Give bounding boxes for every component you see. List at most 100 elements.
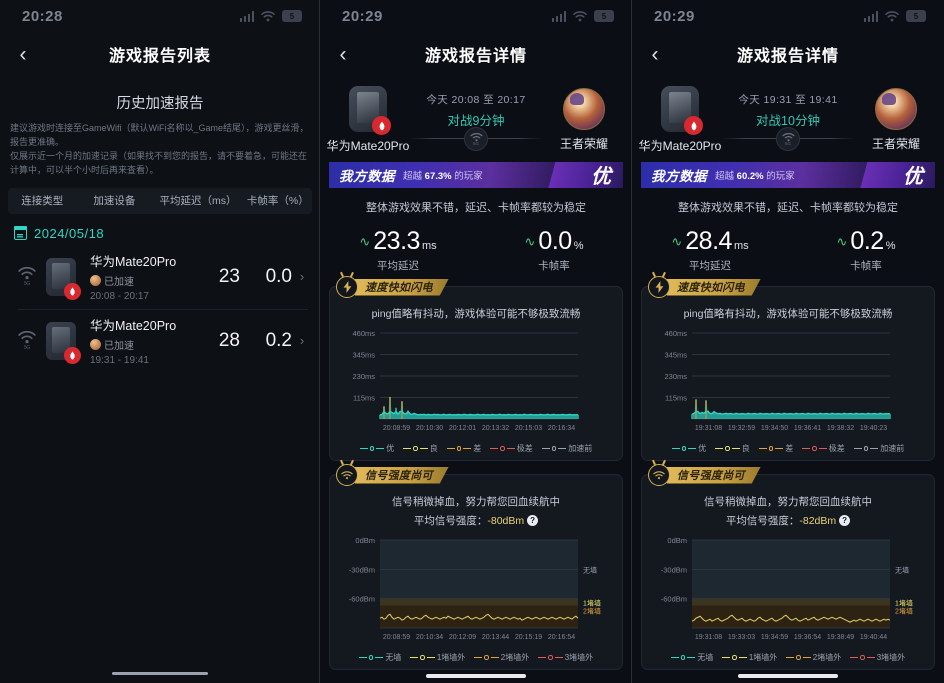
metrics-row: ∿ 28.4 ms 平均延迟 ∿ 0.2% 卡帧率 bbox=[632, 227, 944, 273]
ping-card-tag: 速度快如闪电 bbox=[336, 276, 449, 298]
legend-dash bbox=[426, 657, 435, 658]
grade-badge: 优 bbox=[903, 166, 923, 188]
legend-marker bbox=[732, 655, 737, 660]
calendar-icon bbox=[13, 226, 28, 240]
legend-label: 2堵墙外 bbox=[812, 653, 842, 662]
svg-text:20:13:32: 20:13:32 bbox=[482, 425, 509, 432]
legend-dash bbox=[490, 657, 499, 658]
table-row[interactable]: 5G 华为Mate20Pro 已加速 20:08 - 20:17 23 0.0 … bbox=[0, 245, 320, 309]
legend-dash bbox=[818, 448, 827, 449]
record-state-label: 已加速 bbox=[104, 277, 134, 289]
status-bar-icons: 5 bbox=[239, 10, 302, 22]
game-report-detail-panel-1: 20:29 5 ‹ 游戏报告详情 华为Mate20Pro 今天 20:08 至 … bbox=[320, 0, 632, 683]
legend-marker bbox=[500, 446, 505, 451]
back-button[interactable]: ‹ bbox=[632, 44, 678, 65]
svg-text:345ms: 345ms bbox=[664, 351, 687, 360]
signal-card-headline: 信号稍微掉血，努力帮您回血续航中 bbox=[704, 496, 872, 508]
legend-dash bbox=[715, 448, 724, 449]
wifi-band-label: 5G bbox=[784, 140, 791, 146]
our-data-banner: 我方数据 超越 60.2% 的玩家 优 bbox=[641, 162, 935, 188]
legend-label: 差 bbox=[785, 444, 794, 453]
help-icon[interactable]: ? bbox=[527, 515, 539, 526]
svg-text:460ms: 460ms bbox=[664, 329, 687, 338]
legend-label: 优 bbox=[698, 444, 707, 453]
legend-item: 1堵墙外 bbox=[722, 652, 777, 663]
metric-value: 28.4 bbox=[685, 227, 732, 255]
legend-dash bbox=[446, 448, 455, 449]
table-row[interactable]: 5G 华为Mate20Pro 已加速 19:31 - 19:41 28 0.2 … bbox=[0, 308, 320, 373]
legend-label: 无墙 bbox=[697, 653, 714, 662]
back-button[interactable]: ‹ bbox=[0, 44, 46, 65]
home-indicator bbox=[738, 674, 838, 678]
svg-text:2堵墙: 2堵墙 bbox=[583, 606, 601, 615]
record-state: 已加速 bbox=[90, 337, 196, 352]
legend-dash bbox=[463, 448, 472, 449]
legend-item: 极差 bbox=[802, 443, 845, 454]
signal-avg-value: -82dBm bbox=[799, 515, 837, 527]
session-summary-header: 华为Mate20Pro 今天 20:08 至 20:17 对战9分钟 5G 王者… bbox=[320, 76, 632, 154]
legend-item: 优 bbox=[359, 443, 394, 454]
legend-item: 极差 bbox=[490, 443, 533, 454]
wifi-icon bbox=[261, 10, 275, 22]
wifi-icon bbox=[573, 10, 587, 22]
status-bar-icons: 5 bbox=[863, 10, 926, 22]
session-meta: 今天 19:31 至 19:41 对战10分钟 5G bbox=[714, 86, 862, 151]
status-bar: 20:28 5 bbox=[0, 0, 320, 32]
svg-text:-60dBm: -60dBm bbox=[349, 595, 375, 604]
svg-text:19:34:50: 19:34:50 bbox=[761, 425, 788, 432]
ping-chart-legend: 优 良 差 极差 加速前 bbox=[336, 443, 616, 454]
legend-dash bbox=[541, 448, 550, 449]
legend-item: 1堵墙外 bbox=[410, 652, 465, 663]
signal-avg-row: 平均信号强度：-82dBm? bbox=[648, 513, 928, 528]
status-bar-time: 20:29 bbox=[654, 7, 695, 25]
chevron-right-icon: › bbox=[299, 333, 305, 349]
svg-text:20:08:59: 20:08:59 bbox=[383, 425, 410, 432]
legend-label: 加速前 bbox=[880, 444, 905, 453]
lightning-icon bbox=[648, 276, 670, 298]
legend-dash bbox=[687, 657, 696, 658]
status-bar-icons: 5 bbox=[551, 10, 614, 22]
legend-dash bbox=[490, 448, 499, 449]
svg-text:345ms: 345ms bbox=[352, 351, 375, 360]
page-title: 游戏报告详情 bbox=[736, 48, 839, 65]
legend-item: 无墙 bbox=[670, 652, 714, 663]
help-icon[interactable]: ? bbox=[839, 515, 851, 526]
metric-unit: ms bbox=[421, 240, 437, 252]
legend-marker bbox=[796, 655, 801, 660]
legend-dash bbox=[758, 448, 767, 449]
legend-label: 无墙 bbox=[385, 653, 402, 662]
svg-text:230ms: 230ms bbox=[664, 372, 687, 381]
legend-item: 良 bbox=[715, 443, 750, 454]
panel-divider bbox=[631, 0, 632, 683]
svg-text:2堵墙: 2堵墙 bbox=[895, 606, 913, 615]
svg-text:115ms: 115ms bbox=[353, 394, 375, 403]
signal-chart-svg: 0dBm -30dBm -60dBm 无墙 1堵墙2堵墙 19:31:08 19:33:03… bbox=[661, 536, 913, 641]
legend-marker bbox=[725, 446, 730, 451]
status-bar-time: 20:29 bbox=[342, 7, 383, 25]
ping-chart: 115ms 230ms 345ms 460ms 20:08:59 20:10:30 20:1… bbox=[336, 327, 616, 440]
svg-text:无墙: 无墙 bbox=[895, 565, 909, 574]
record-device-name: 华为Mate20Pro bbox=[90, 255, 177, 270]
legend-marker bbox=[420, 655, 425, 660]
banner-sub-suffix: 的玩家 bbox=[454, 171, 483, 182]
metric-frameloss: ∿ 0.0% 卡帧率 bbox=[476, 227, 632, 273]
legend-marker bbox=[368, 655, 374, 660]
svg-text:-30dBm: -30dBm bbox=[661, 565, 687, 574]
legend-dash bbox=[738, 657, 747, 658]
legend-marker bbox=[680, 655, 686, 660]
game-block: 王者荣耀 bbox=[550, 86, 618, 152]
lightning-icon bbox=[336, 276, 358, 298]
ping-card-headline: ping值略有抖动，游戏体验可能不够极致流畅 bbox=[371, 308, 581, 320]
session-summary-header: 华为Mate20Pro 今天 19:31 至 19:41 对战10分钟 5G 王… bbox=[632, 76, 944, 154]
ping-card-headline: ping值略有抖动，游戏体验可能不够极致流畅 bbox=[683, 308, 893, 320]
back-button[interactable]: ‹ bbox=[320, 44, 366, 65]
wifi-icon: 5G bbox=[464, 127, 488, 151]
legend-dash bbox=[670, 657, 679, 658]
signal-chart: 0dBm -30dBm -60dBm 无墙 1堵墙 2堵墙 19:31:08 19:33:03… bbox=[648, 534, 928, 649]
svg-text:20:16:34: 20:16:34 bbox=[548, 425, 575, 432]
legend-dash bbox=[376, 448, 385, 449]
legend-label: 极差 bbox=[516, 444, 533, 453]
device-block: 华为Mate20Pro bbox=[327, 86, 409, 154]
device-thumbnail bbox=[661, 86, 703, 135]
signal-avg-label: 平均信号强度： bbox=[725, 515, 800, 527]
